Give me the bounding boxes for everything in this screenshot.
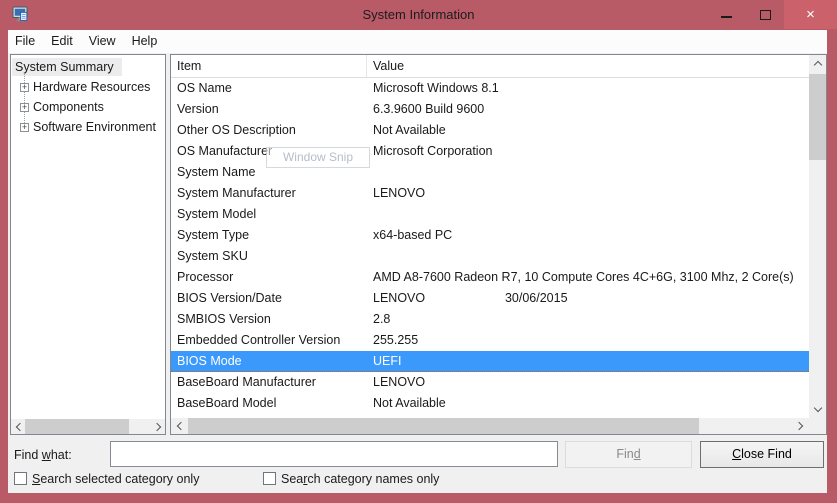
menu-view[interactable]: View [81,30,124,53]
list-header: Item Value [171,55,809,78]
row-value-cell: LENOVO 30/06/2015 [373,288,809,309]
find-button[interactable]: Find [565,441,692,468]
tree-expand-icon[interactable]: + [20,103,29,112]
table-row[interactable]: BaseBoard Model Not Available [171,393,809,414]
menu-help[interactable]: Help [124,30,166,53]
row-value-cell: UEFI [373,351,809,371]
vertical-scrollbar-thumb[interactable] [809,74,826,160]
scroll-down-icon[interactable] [809,401,826,418]
horizontal-scrollbar-thumb[interactable] [188,418,699,434]
scrollbar-corner [809,418,826,434]
menu-edit[interactable]: Edit [43,30,81,53]
scroll-left-icon[interactable] [11,419,25,434]
column-header-item[interactable]: Item [171,55,367,77]
tree-item-components[interactable]: + Components [20,98,104,116]
row-value-cell [373,204,809,225]
table-row[interactable]: BIOS Version/Date LENOVO 30/06/2015 [171,288,809,309]
search-category-names-label: Search category names only [281,472,439,486]
table-row[interactable]: System Type x64-based PC [171,225,809,246]
details-list-panel: Item Value OS Name Microsoft Windows 8.1… [170,54,827,435]
table-row[interactable]: BaseBoard Manufacturer LENOVO [171,372,809,393]
close-button[interactable]: × [784,0,837,29]
tree-scrollbar-thumb[interactable] [25,419,129,434]
row-value-cell: 255.255 [373,330,809,351]
snip-tooltip-ghost: Window Snip [266,147,370,168]
table-row[interactable]: System Model [171,204,809,225]
find-what-label: Find what: [14,447,72,463]
tree-expand-icon[interactable]: + [20,123,29,132]
row-item-cell: Processor [171,267,373,288]
row-item-cell: System Manufacturer [171,183,373,204]
system-information-window: System Information × File Edit View Help… [0,0,837,503]
row-value-cell: Not Available [373,120,809,141]
tree-item-label: Components [33,98,104,116]
scroll-left-icon[interactable] [171,418,188,434]
tree-item-software-environment[interactable]: + Software Environment [20,118,156,136]
table-row[interactable]: Embedded Controller Version 255.255 [171,330,809,351]
scroll-up-icon[interactable] [809,55,826,72]
table-row[interactable]: Other OS Description Not Available [171,120,809,141]
tree-item-label: Hardware Resources [33,78,150,96]
horizontal-scrollbar[interactable] [171,418,809,434]
search-selected-category-checkbox[interactable] [14,472,27,485]
row-item-cell: BIOS Version/Date [171,288,373,309]
row-item-cell: BIOS Mode [171,351,373,371]
table-row[interactable]: System Manufacturer LENOVO [171,183,809,204]
row-item-cell: BaseBoard Model [171,393,373,414]
row-item-cell: SMBIOS Version [171,309,373,330]
category-tree-panel: System Summary + Hardware Resources + Compo… [10,54,166,435]
row-value-cell [373,246,809,267]
row-item-cell: BaseBoard Manufacturer [171,372,373,393]
table-row[interactable]: Processor AMD A8-7600 Radeon R7, 10 Comp… [171,267,809,288]
search-category-names-checkbox[interactable] [263,472,276,485]
list-rows: OS Name Microsoft Windows 8.1 Version 6.… [171,78,809,414]
scroll-right-icon[interactable] [792,418,809,434]
row-value-cell: LENOVO [373,372,809,393]
maximize-button[interactable] [746,0,784,29]
row-item-cell: Version [171,99,373,120]
row-item-cell: Embedded Controller Version [171,330,373,351]
minimize-button[interactable] [706,0,746,29]
close-icon: × [806,6,815,23]
tree-item-label: Software Environment [33,118,156,136]
menu-bar: File Edit View Help [8,30,827,53]
table-row[interactable]: System SKU [171,246,809,267]
table-row[interactable]: BIOS Mode UEFI [171,351,809,372]
row-item-cell: System Type [171,225,373,246]
row-item-cell: OS Name [171,78,373,99]
row-value-cell [373,162,809,183]
row-item-cell: System SKU [171,246,373,267]
menu-file[interactable]: File [8,30,43,53]
scroll-right-icon[interactable] [151,419,165,434]
table-row[interactable]: OS Name Microsoft Windows 8.1 [171,78,809,99]
minimize-icon [721,16,732,18]
row-value-cell: 2.8 [373,309,809,330]
tree-item-hardware-resources[interactable]: + Hardware Resources [20,78,150,96]
search-selected-category-row: Search selected category only [14,471,199,486]
row-value-cell: Microsoft Windows 8.1 [373,78,809,99]
row-item-cell: System Model [171,204,373,225]
row-value-cell: LENOVO [373,183,809,204]
table-row[interactable]: Version 6.3.9600 Build 9600 [171,99,809,120]
tree-expand-icon[interactable]: + [20,83,29,92]
tree-item-system-summary[interactable]: System Summary [12,58,122,76]
search-selected-category-label: Search selected category only [32,472,199,486]
close-find-button[interactable]: Close Find [700,441,824,468]
vertical-scrollbar[interactable] [809,55,826,418]
maximize-icon [760,10,771,20]
row-value-cell: Microsoft Corporation [373,141,809,162]
row-value-cell: Not Available [373,393,809,414]
column-header-value[interactable]: Value [367,55,809,77]
row-value-cell: x64-based PC [373,225,809,246]
title-bar[interactable]: System Information × [0,0,837,30]
find-input[interactable] [110,441,558,467]
table-row[interactable]: SMBIOS Version 2.8 [171,309,809,330]
tree-horizontal-scrollbar[interactable] [11,419,165,434]
row-value-cell: AMD A8-7600 Radeon R7, 10 Compute Cores … [373,267,809,288]
row-value-cell: 6.3.9600 Build 9600 [373,99,809,120]
search-category-names-row: Search category names only [263,471,439,486]
row-item-cell: Other OS Description [171,120,373,141]
window-body: File Edit View Help System Summary + Hard… [8,30,827,493]
